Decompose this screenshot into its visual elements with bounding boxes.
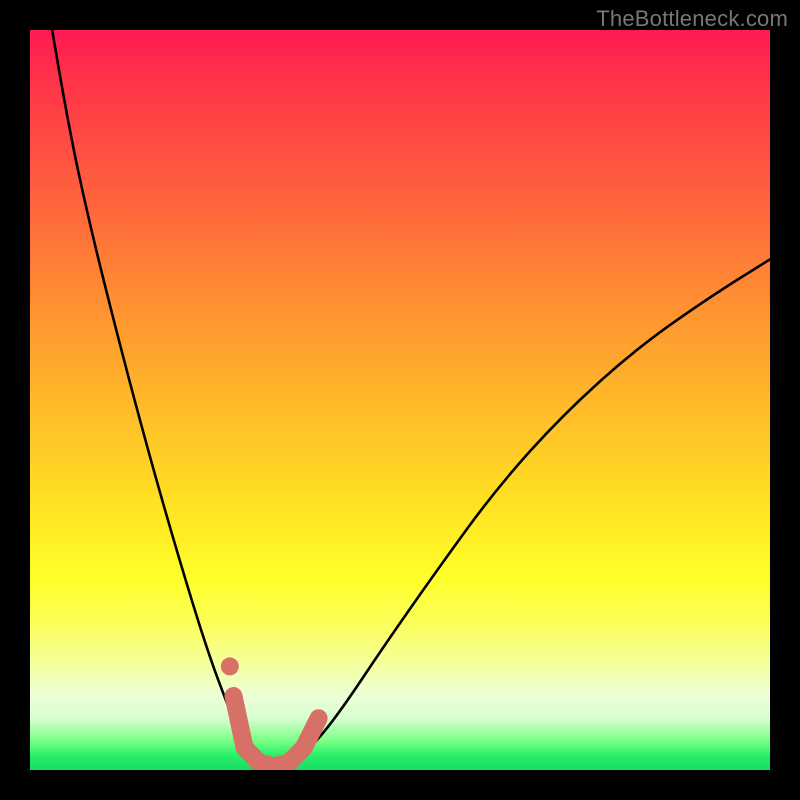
optimal-region-marker: [234, 696, 319, 766]
plot-area: [30, 30, 770, 770]
bottleneck-curve: [52, 30, 770, 765]
chart-frame: TheBottleneck.com: [0, 0, 800, 800]
optimal-region-dot: [221, 657, 239, 675]
curve-svg: [30, 30, 770, 770]
watermark-label: TheBottleneck.com: [596, 6, 788, 32]
